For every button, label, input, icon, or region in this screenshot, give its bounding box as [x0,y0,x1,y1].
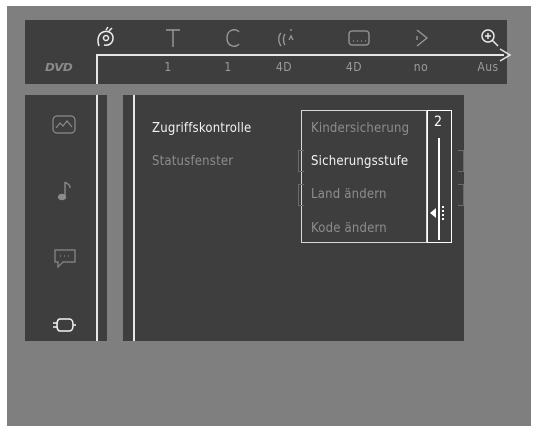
repeat-value: no [413,60,429,74]
status-icon-row [25,20,507,54]
submenu-item-land-aendern[interactable]: Land ändern [311,187,387,202]
bracket-left [298,150,304,172]
submenu-item-sicherungsstufe[interactable]: Sicherungsstufe [311,154,408,169]
music-note-icon[interactable] [52,180,78,202]
status-divider-vertical [96,54,98,84]
subtitle-icon[interactable] [347,26,371,50]
status-divider-horizontal [98,54,504,56]
bracket-right [458,150,464,172]
speech-bubble-icon[interactable] [52,248,78,270]
panel-divider [133,95,135,341]
menu-item-statusfenster[interactable]: Statusfenster [152,154,233,169]
level-bar [438,138,440,240]
repeat-icon[interactable] [411,26,435,50]
bracket-right [458,184,464,206]
viewing-angle-icon[interactable] [94,26,118,50]
zoom-value: Aus [477,60,499,74]
level-value: 2 [434,114,443,130]
menu-item-zugriffskontrolle[interactable]: Zugriffskontrolle [152,121,251,136]
sidebar-divider [96,95,98,341]
submenu-item-kindersicherung[interactable]: Kindersicherung [311,121,409,136]
dvd-logo: DVD [45,61,73,74]
submenu-item-kode-aendern[interactable]: Kode ändern [311,221,387,236]
chapter-icon[interactable] [221,26,245,50]
chapter-value: 1 [224,60,232,74]
level-pointer-icon [430,208,436,218]
title-icon[interactable] [161,26,185,50]
title-value: 1 [164,60,172,74]
bracket-left [298,184,304,206]
subtitle-value: 4D [345,60,363,74]
audio-value: 4D [275,60,293,74]
picture-icon[interactable] [51,114,77,136]
plug-icon[interactable] [51,314,77,336]
level-marker [442,206,446,220]
audio-icon[interactable] [275,26,299,50]
